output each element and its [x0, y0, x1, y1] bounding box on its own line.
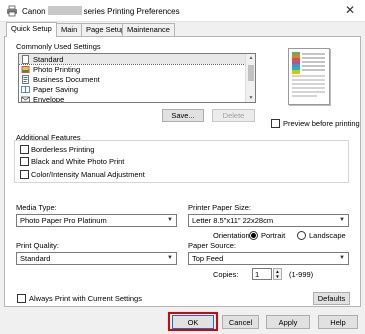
document-icon: [22, 54, 29, 64]
borderless-printing-checkbox[interactable]: [20, 145, 29, 154]
list-item-label: Photo Printing: [33, 64, 81, 74]
print-quality-label: Print Quality:: [16, 241, 59, 250]
delete-button[interactable]: Delete: [212, 109, 255, 122]
commonly-used-heading: Commonly Used Settings: [16, 42, 101, 51]
list-item-label: Business Document: [33, 74, 100, 84]
title-bar: Canon series Printing Preferences ✕: [0, 0, 365, 22]
window-title: Canon series Printing Preferences: [22, 6, 180, 16]
scroll-thumb[interactable]: [248, 65, 254, 81]
media-type-label: Media Type:: [16, 203, 57, 212]
orientation-label: Orientation:: [213, 231, 252, 240]
copies-input[interactable]: 1: [252, 268, 272, 280]
help-button[interactable]: Help: [318, 315, 358, 329]
list-item-label: Standard: [33, 54, 64, 64]
paper-source-value: Top Feed: [192, 254, 224, 263]
print-quality-value: Standard: [20, 254, 51, 263]
close-icon[interactable]: ✕: [345, 3, 355, 17]
title-prefix: Canon: [22, 7, 46, 16]
list-item-label: Paper Saving: [33, 84, 79, 94]
tab-main[interactable]: Main: [56, 23, 83, 36]
black-white-photo-checkbox[interactable]: [20, 157, 29, 166]
media-type-select[interactable]: Photo Paper Pro Platinum ▼: [16, 214, 177, 227]
save-button[interactable]: Save...: [162, 109, 204, 122]
printer-icon: [7, 5, 17, 17]
page-preview-image: [288, 48, 330, 105]
tab-strip: Quick Setup Main Page Setup Maintenance: [6, 22, 206, 37]
color-intensity-checkbox[interactable]: [20, 170, 29, 179]
list-scrollbar[interactable]: ▲ ▼: [245, 54, 255, 102]
printer-paper-size-label: Printer Paper Size:: [188, 203, 251, 212]
always-print-label: Always Print with Current Settings: [29, 294, 142, 303]
always-print-checkbox[interactable]: [17, 294, 26, 303]
cancel-button[interactable]: Cancel: [222, 315, 259, 329]
copies-range: (1-999): [289, 270, 314, 279]
ok-button[interactable]: OK: [172, 315, 214, 329]
chevron-down-icon: ▼: [167, 255, 173, 261]
copies-label: Copies:: [213, 270, 239, 279]
scroll-down-icon[interactable]: ▼: [247, 95, 255, 101]
copies-stepper[interactable]: ▲ ▼: [273, 268, 282, 280]
radio-selected-dot: [251, 233, 256, 238]
chevron-down-icon[interactable]: ▼: [274, 274, 281, 279]
chevron-down-icon: ▼: [339, 217, 345, 223]
landscape-radio[interactable]: [297, 231, 306, 240]
paper-source-select[interactable]: Top Feed ▼: [188, 252, 349, 265]
commonly-used-list[interactable]: Standard Photo Printing Business Documen…: [18, 53, 256, 103]
list-item[interactable]: Standard: [19, 54, 255, 65]
list-item[interactable]: Paper Saving: [19, 84, 255, 94]
tab-quick-setup[interactable]: Quick Setup: [6, 22, 57, 37]
redacted-model-name: [47, 6, 82, 15]
list-item-label: Envelope: [33, 94, 65, 103]
paper-source-label: Paper Source:: [188, 241, 236, 250]
preview-page-icon: [292, 52, 325, 97]
printer-paper-size-value: Letter 8.5"x11" 22x28cm: [192, 216, 274, 225]
paper-saving-icon: [21, 85, 30, 93]
envelope-icon: [21, 96, 30, 102]
defaults-button[interactable]: Defaults: [313, 292, 350, 305]
portrait-radio[interactable]: [249, 231, 258, 240]
borderless-printing-label: Borderless Printing: [31, 145, 95, 154]
list-item[interactable]: Envelope: [19, 94, 255, 103]
scroll-up-icon[interactable]: ▲: [247, 55, 255, 61]
apply-button[interactable]: Apply: [266, 315, 310, 329]
color-intensity-label: Color/Intensity Manual Adjustment: [31, 170, 145, 179]
tab-maintenance[interactable]: Maintenance: [122, 23, 175, 36]
portrait-label: Portrait: [261, 231, 286, 240]
black-white-photo-label: Black and White Photo Print: [31, 157, 125, 166]
preview-before-printing-label: Preview before printing: [283, 119, 360, 128]
preview-before-printing-checkbox[interactable]: [271, 119, 280, 128]
list-item[interactable]: Business Document: [19, 74, 255, 84]
landscape-label: Landscape: [309, 231, 346, 240]
chevron-down-icon: ▼: [339, 255, 345, 261]
printer-paper-size-select[interactable]: Letter 8.5"x11" 22x28cm ▼: [188, 214, 349, 227]
chevron-down-icon: ▼: [167, 217, 173, 223]
print-quality-select[interactable]: Standard ▼: [16, 252, 177, 265]
photo-icon: [21, 65, 30, 73]
title-suffix: series Printing Preferences: [83, 7, 180, 16]
list-item[interactable]: Photo Printing: [19, 64, 255, 74]
business-document-icon: [22, 74, 29, 84]
media-type-value: Photo Paper Pro Platinum: [20, 216, 107, 225]
copies-value: 1: [255, 270, 260, 279]
